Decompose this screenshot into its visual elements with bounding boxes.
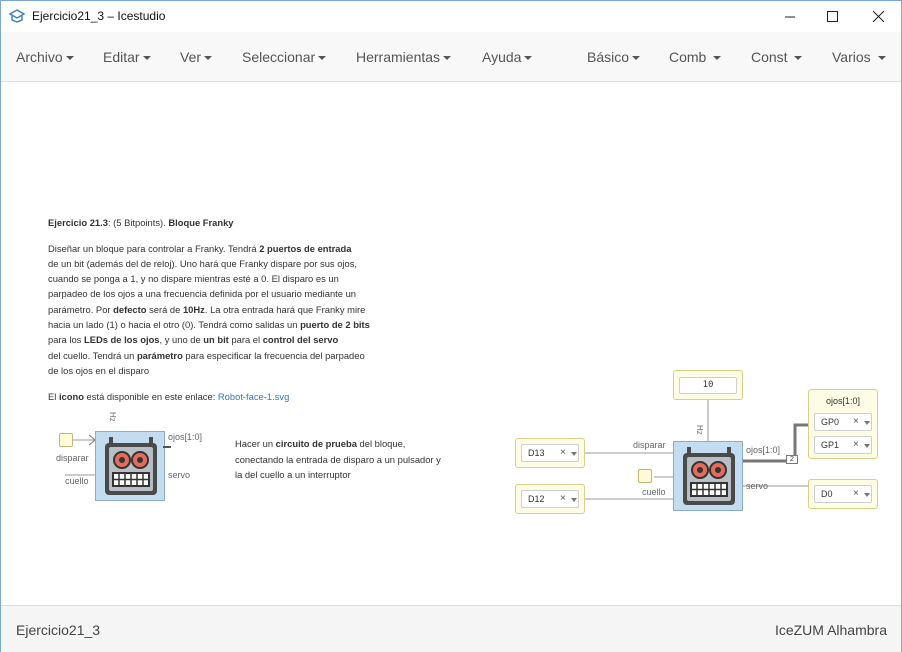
output-block-ojos[interactable]: ojos[1:0] GP0 × GP1 × [808,389,878,459]
constant-value[interactable]: 10 [679,377,737,394]
menu-comb[interactable]: Comb [669,49,722,65]
output-title-ojos: ojos[1:0] [825,396,861,406]
caret-down-icon [524,56,533,61]
port-label-cuello: cuello [642,487,666,497]
clear-icon[interactable]: × [560,447,566,458]
caret-down-icon [632,56,641,61]
pin-select-d0[interactable]: D0 × [814,485,872,503]
menu-basico[interactable]: Básico [587,49,641,65]
app-window: Ejercicio21_3 – Icestudio Archivo Editar… [0,0,902,652]
info-paragraph-line: cuando se ponga a 1, y no dispare mientr… [48,273,339,284]
pin-select-d13[interactable]: D13 × [521,444,579,462]
menu-const[interactable]: Const [751,49,803,65]
title-bar: Ejercicio21_3 – Icestudio [1,1,901,32]
info-paragraph-line: parámetro. Por defecto será de 10Hz. La … [48,304,366,315]
menu-ver[interactable]: Ver [180,49,213,65]
port-label-servo: servo [746,481,769,491]
caret-down-icon [318,56,327,61]
port-label-cuello: cuello [65,476,89,486]
switch-icon[interactable] [638,469,652,483]
info-paragraph-line: del cuello. Tendrá un parámetro para esp… [48,350,365,361]
port-label-disparar: disparar [633,440,666,450]
status-bar: Ejercicio21_3 IceZUM Alhambra [1,605,901,652]
constant-block[interactable]: 10 [673,370,743,400]
port-label-servo: servo [168,470,191,480]
input-block-cuello[interactable]: D12 × [515,484,585,514]
info-heading: Ejercicio 21.3: (5 Bitpoints). Bloque Fr… [48,217,234,228]
caret-down-icon [713,56,722,61]
bus-width-badge: 2 [786,455,798,464]
caret-down-icon [877,56,886,61]
clear-icon[interactable]: × [853,439,859,450]
port-label-hz: Hz [695,425,704,435]
clear-icon[interactable]: × [853,416,859,427]
output-block-servo[interactable]: D0 × [808,479,878,509]
info-paragraph-line: para los LEDs de los ojos, y uno de un b… [48,334,339,345]
caret-down-icon [65,56,74,61]
port-label-ojos: ojos[1:0] [168,432,203,442]
port-label-hz: Hz [108,412,117,422]
dropdown-arrow-icon [864,444,870,448]
pin-select-gp1[interactable]: GP1 × [814,436,872,454]
project-filename: Ejercicio21_3 [16,622,101,638]
robot-face-icon [683,447,735,505]
menu-ayuda[interactable]: Ayuda [482,49,533,65]
maximize-button[interactable] [809,1,855,32]
menu-archivo[interactable]: Archivo [16,49,74,65]
input-block-disparar[interactable]: D13 × [515,438,585,468]
clear-icon[interactable]: × [853,488,859,499]
dropdown-arrow-icon [571,452,577,456]
info-paragraph-line: de los ojos en el disparo [48,365,150,376]
pin-select-d12[interactable]: D12 × [521,490,579,508]
info-test-line: la del cuello a un interruptor [235,469,351,480]
caret-down-icon [142,56,151,61]
close-button[interactable] [855,1,901,32]
preview-ojos-stub [163,446,171,448]
info-icon-line: El icono está disponible en este enlace:… [48,391,290,402]
close-icon [872,11,884,22]
caret-down-icon [443,56,452,61]
port-label-ojos: ojos[1:0] [746,445,781,455]
franky-block [95,431,165,501]
info-paragraph-line: de un bit (además del de reloj). Uno har… [48,258,358,269]
design-canvas[interactable]: Ejercicio 21.3: (5 Bitpoints). Bloque Fr… [1,83,901,605]
info-paragraph-line: parpadeo de los ojos a una frecuencia de… [48,288,357,299]
pin-select-gp0[interactable]: GP0 × [814,413,872,431]
minimize-icon [784,16,795,18]
menu-varios[interactable]: Varios [832,49,886,65]
window-title: Ejercicio21_3 – Icestudio [32,9,166,23]
menu-editar[interactable]: Editar [103,49,151,65]
dropdown-arrow-icon [864,421,870,425]
menu-herramientas[interactable]: Herramientas [356,49,452,65]
info-test-line: Hacer un circuito de prueba del bloque, [235,438,406,449]
info-paragraph-line: hacia un lado (1) o hacia el otro (0). T… [48,319,370,330]
caret-down-icon [794,56,803,61]
caret-down-icon [204,56,213,61]
menu-seleccionar[interactable]: Seleccionar [242,49,327,65]
robot-face-link[interactable]: Robot-face-1.svg [218,391,289,402]
clear-icon[interactable]: × [560,493,566,504]
menu-bar: Archivo Editar Ver Seleccionar Herramien… [1,32,901,82]
maximize-icon [826,11,838,22]
franky-block-instance[interactable] [673,441,743,511]
minimize-button[interactable] [767,1,813,32]
board-selector[interactable]: IceZUM Alhambra [775,622,887,638]
port-label-disparar: disparar [56,453,89,463]
robot-face-icon [105,437,157,495]
info-test-line: conectando la entrada de disparo a un pu… [235,454,441,465]
dropdown-arrow-icon [864,493,870,497]
dropdown-arrow-icon [571,498,577,502]
icestudio-logo-icon [9,9,25,23]
info-paragraph-line: Diseñar un bloque para controlar a Frank… [48,243,352,254]
